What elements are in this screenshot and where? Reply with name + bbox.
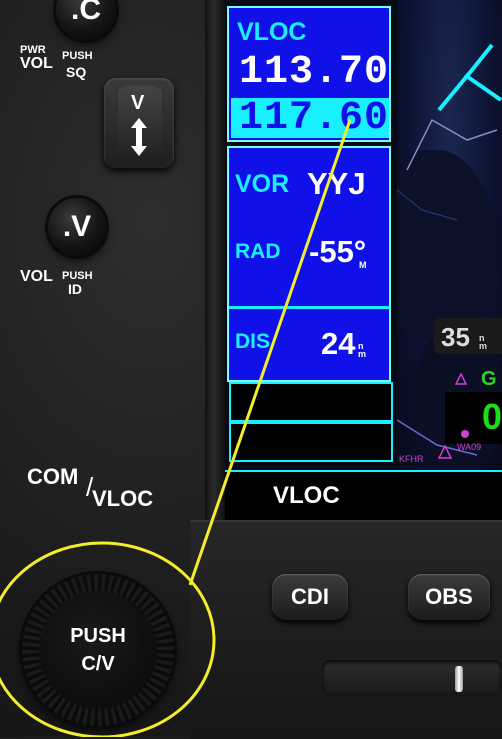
- vloc-knob-label: .V: [62, 210, 92, 243]
- empty-field-2: [229, 422, 393, 462]
- airport-triangle-icon: [455, 373, 467, 385]
- bezel-edge: [205, 0, 227, 540]
- id-label: ID: [68, 281, 82, 297]
- com-vloc-select-knob[interactable]: PUSH C/V: [22, 574, 174, 726]
- zoom-slider-thumb[interactable]: [455, 666, 463, 692]
- vloc-label: VLOC: [92, 486, 154, 511]
- vloc-window-title: VLOC: [237, 18, 307, 46]
- distance-value: 24: [321, 326, 356, 361]
- rocker-label: V: [131, 92, 145, 114]
- map-label-g: G: [481, 368, 497, 390]
- vol-label-top: VOL: [20, 55, 53, 72]
- station-divider: [229, 306, 389, 309]
- vloc-volume-knob[interactable]: .V: [48, 198, 106, 256]
- waypoint-label-2: WA09: [457, 442, 482, 452]
- radial-value: -55°: [309, 234, 367, 269]
- mode-bar: VLOC: [225, 470, 502, 520]
- dis-label: DIS: [235, 330, 271, 353]
- vloc-frequency-window[interactable]: VLOC 113.70 117.60: [227, 6, 391, 142]
- big-knob-line1: PUSH: [70, 625, 126, 647]
- com-knob-label: .C: [71, 0, 101, 26]
- frequency-transfer-button[interactable]: V: [104, 78, 174, 168]
- obs-button-label: OBS: [425, 584, 473, 609]
- zoom-slider-track[interactable]: [322, 660, 502, 696]
- standby-frequency[interactable]: 117.60: [239, 96, 389, 141]
- moving-map[interactable]: 35 nm G 0 WA09 KFHR: [397, 0, 502, 470]
- range-unit: nm: [479, 333, 488, 351]
- vor-label: VOR: [235, 170, 290, 198]
- radial-unit: M: [359, 260, 367, 270]
- cdi-button-label: CDI: [291, 584, 329, 609]
- station-info-window: VOR YYJ RAD -55° M DIS 24 nm: [227, 146, 391, 382]
- distance-unit: nm: [358, 341, 367, 359]
- map-green-value: 0: [482, 396, 502, 437]
- com-label: COM: [27, 464, 79, 489]
- vor-symbol-icon: [461, 430, 469, 438]
- mode-bar-label: VLOC: [273, 482, 340, 509]
- push-label-top: PUSH: [62, 50, 93, 62]
- big-knob-line2: C/V: [81, 653, 115, 675]
- bottom-control-panel: [190, 520, 502, 739]
- empty-field-1: [229, 382, 393, 422]
- cdi-button[interactable]: CDI: [272, 574, 348, 620]
- waypoint-triangle-icon: [438, 445, 452, 459]
- sq-label: SQ: [66, 64, 87, 80]
- vor-identifier: YYJ: [307, 166, 366, 201]
- swap-arrow-icon: [131, 118, 147, 156]
- range-value: 35: [441, 322, 470, 352]
- active-frequency: 113.70: [239, 50, 390, 95]
- rad-label: RAD: [235, 240, 281, 263]
- vol-label-bottom: VOL: [20, 268, 53, 285]
- waypoint-label-1: KFHR: [399, 454, 424, 464]
- obs-button[interactable]: OBS: [408, 574, 490, 620]
- display-screen: 35 nm G 0 WA09 KFHR VLOC 113.70 117.60 V…: [225, 0, 502, 520]
